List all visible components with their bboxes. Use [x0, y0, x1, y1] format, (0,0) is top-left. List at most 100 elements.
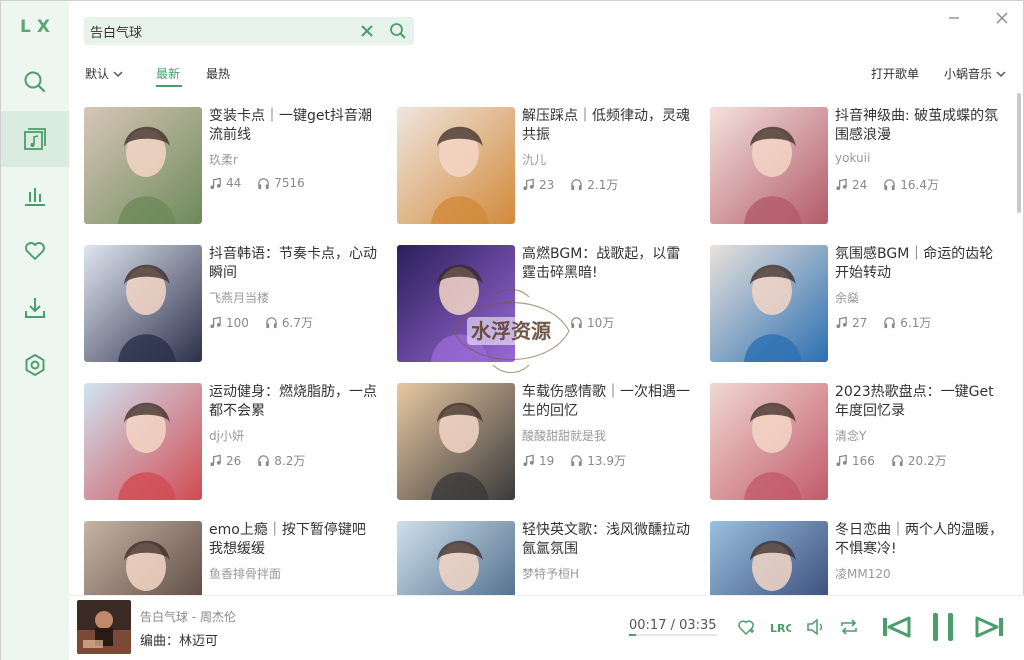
close-icon [361, 25, 373, 37]
playlist-cover[interactable] [84, 383, 202, 500]
playlist-cover-image [710, 107, 828, 224]
pause-button[interactable] [928, 613, 958, 641]
playlist-card[interactable]: 轻快英文歌：浅风微醺拉动氤氲氛围梦特予桓H [397, 521, 697, 595]
playlist-author[interactable]: 凌MM120 [835, 565, 891, 582]
playlist-author[interactable]: yokuii [835, 151, 870, 165]
playlist-cover[interactable] [397, 107, 515, 224]
sort-dropdown[interactable]: 默认 [85, 65, 123, 82]
playlist-cover[interactable] [397, 521, 515, 595]
playlist-card[interactable]: 变装卡点｜一键get抖音潮流前线 玖柔r 44 7516 [84, 107, 384, 227]
playlist-author[interactable]: dj小妍 [209, 427, 244, 444]
headphones-icon [884, 179, 896, 191]
playlist-stats: 24 16.4万 [835, 176, 939, 193]
playlist-title[interactable]: 氛围感BGM｜命运的齿轮开始转动 [835, 245, 1005, 283]
playlist-title[interactable]: 抖音神级曲: 破茧成蝶的氛围感浪漫 [835, 107, 1005, 145]
source-dropdown[interactable]: 小蜗音乐 [944, 65, 1006, 82]
play-count: 10万 [587, 316, 615, 330]
playlist-stats: 19 13.9万 [522, 452, 626, 469]
playlist-title[interactable]: 冬日恋曲｜两个人的温暖，不惧寒冷! [835, 521, 1005, 559]
play-count: 2.1万 [587, 178, 619, 192]
headphones-icon [258, 177, 270, 189]
playlist-title[interactable]: 高燃BGM：战歌起，以雷霆击碎黑暗! [522, 245, 692, 283]
volume-button[interactable] [802, 614, 828, 640]
playlist-card[interactable]: 运动健身：燃烧脂肪，一点都不会累 dj小妍 26 8.2万 [84, 383, 384, 503]
search-button[interactable] [387, 20, 409, 42]
music-note-icon [210, 454, 221, 467]
playback-time: 00:17 / 03:35 [629, 618, 717, 633]
playlist-cover[interactable] [710, 245, 828, 362]
playlist-cover[interactable] [84, 521, 202, 595]
playlist-author[interactable]: 飞燕月当楼 [209, 289, 269, 306]
playlist-title[interactable]: 变装卡点｜一键get抖音潮流前线 [209, 107, 379, 145]
playlist-card[interactable]: 氛围感BGM｜命运的齿轮开始转动余燊 27 6.1万 [710, 245, 1010, 365]
playlist-card[interactable]: 抖音神级曲: 破茧成蝶的氛围感浪漫 yokuii 24 16.4万 [710, 107, 1010, 227]
heart-icon [25, 242, 45, 260]
sidebar-item-download[interactable] [1, 280, 69, 336]
minimize-icon [949, 17, 959, 19]
playlist-cover[interactable] [710, 521, 828, 595]
scrollbar[interactable] [1017, 93, 1021, 213]
playlist-author[interactable]: 余燊 [835, 289, 859, 306]
previous-button[interactable] [880, 614, 912, 640]
skip-previous-icon [883, 616, 911, 638]
headphones-icon [892, 455, 903, 467]
playlist-author[interactable]: 鱼香排骨拌面 [209, 565, 281, 582]
playlist-cover[interactable] [84, 245, 202, 362]
playlist-stats: 27 6.1万 [835, 314, 931, 331]
sidebar-item-search[interactable] [1, 54, 69, 110]
playlist-card[interactable]: 抖音韩语：节奏卡点，心动瞬间飞燕月当楼 100 6.7万 [84, 245, 384, 365]
playlist-author[interactable]: 酸酸甜甜就是我 [522, 427, 606, 444]
music-note-icon [210, 316, 221, 329]
sidebar-item-leaderboard[interactable] [1, 167, 69, 223]
playlist-cover[interactable] [710, 107, 828, 224]
playlist-title[interactable]: 运动健身：燃烧脂肪，一点都不会累 [209, 383, 379, 421]
clear-search-button[interactable] [357, 21, 377, 41]
sidebar-item-song-list[interactable] [1, 111, 69, 167]
playlist-cover-image [84, 383, 202, 500]
app-window: LX 默认 最新 [0, 0, 1024, 660]
playlist-author[interactable]: 氿儿 [522, 151, 546, 168]
volume-icon [807, 618, 823, 636]
playlist-title[interactable]: 解压踩点｜低频律动，灵魂共振 [522, 107, 692, 145]
lyrics-button[interactable]: LRC [767, 614, 793, 640]
playlist-card[interactable]: 解压踩点｜低频律动，灵魂共振氿儿 23 2.1万 [397, 107, 697, 227]
song-count: 23 [539, 177, 555, 192]
tab-hottest[interactable]: 最热 [206, 65, 230, 82]
sidebar-item-settings[interactable] [1, 337, 69, 393]
player-bar: 告白气球 - 周杰伦 编曲：林迈可 00:17 / 03:35 LRC [69, 595, 1024, 660]
headphones-icon [266, 317, 277, 329]
playlist-card[interactable]: 车载伤感情歌｜一次相遇一生的回忆酸酸甜甜就是我 19 13.9万 [397, 383, 697, 503]
comment-button[interactable] [733, 614, 759, 640]
close-button[interactable] [994, 10, 1010, 26]
playlist-card[interactable]: emo上瘾｜按下暂停键吧我想缓缓鱼香排骨拌面 [84, 521, 384, 595]
progress-bar[interactable] [629, 634, 717, 636]
playlist-author[interactable]: 清念Y [835, 427, 866, 444]
playlist-cover[interactable] [397, 383, 515, 500]
playlist-author[interactable]: 玖柔r [209, 151, 238, 168]
playlist-cover[interactable] [84, 107, 202, 224]
play-count: 8.2万 [274, 454, 306, 468]
playlist-stats: 100 6.7万 [209, 314, 313, 331]
playlist-title[interactable]: 车载伤感情歌｜一次相遇一生的回忆 [522, 383, 692, 421]
playlist-cover[interactable] [710, 383, 828, 500]
playlist-card[interactable]: 2023热歌盘点：一键Get年度回忆录 清念Y 166 20.2万 [710, 383, 1010, 503]
playlist-title[interactable]: 轻快英文歌：浅风微醺拉动氤氲氛围 [522, 521, 692, 559]
repeat-button[interactable] [836, 614, 862, 640]
open-playlist-button[interactable]: 打开歌单 [871, 65, 919, 82]
close-icon [996, 12, 1008, 24]
tab-latest[interactable]: 最新 [156, 65, 180, 82]
sort-label: 默认 [85, 67, 110, 81]
playlist-title[interactable]: 抖音韩语：节奏卡点，心动瞬间 [209, 245, 379, 283]
pause-icon [933, 613, 953, 641]
repeat-icon [841, 619, 857, 635]
now-playing-cover[interactable] [77, 600, 131, 654]
minimize-button[interactable] [946, 10, 962, 26]
playlist-card[interactable]: 冬日恋曲｜两个人的温暖，不惧寒冷! 凌MM120 [710, 521, 1010, 595]
search-input[interactable] [90, 21, 350, 41]
sidebar-item-favorites[interactable] [1, 223, 69, 279]
playlist-author[interactable]: 梦特予桓H [522, 565, 579, 582]
playlist-title[interactable]: emo上瘾｜按下暂停键吧我想缓缓 [209, 521, 379, 559]
playlist-cover-image [710, 521, 828, 595]
next-button[interactable] [974, 614, 1006, 640]
playlist-title[interactable]: 2023热歌盘点：一键Get年度回忆录 [835, 383, 1005, 421]
